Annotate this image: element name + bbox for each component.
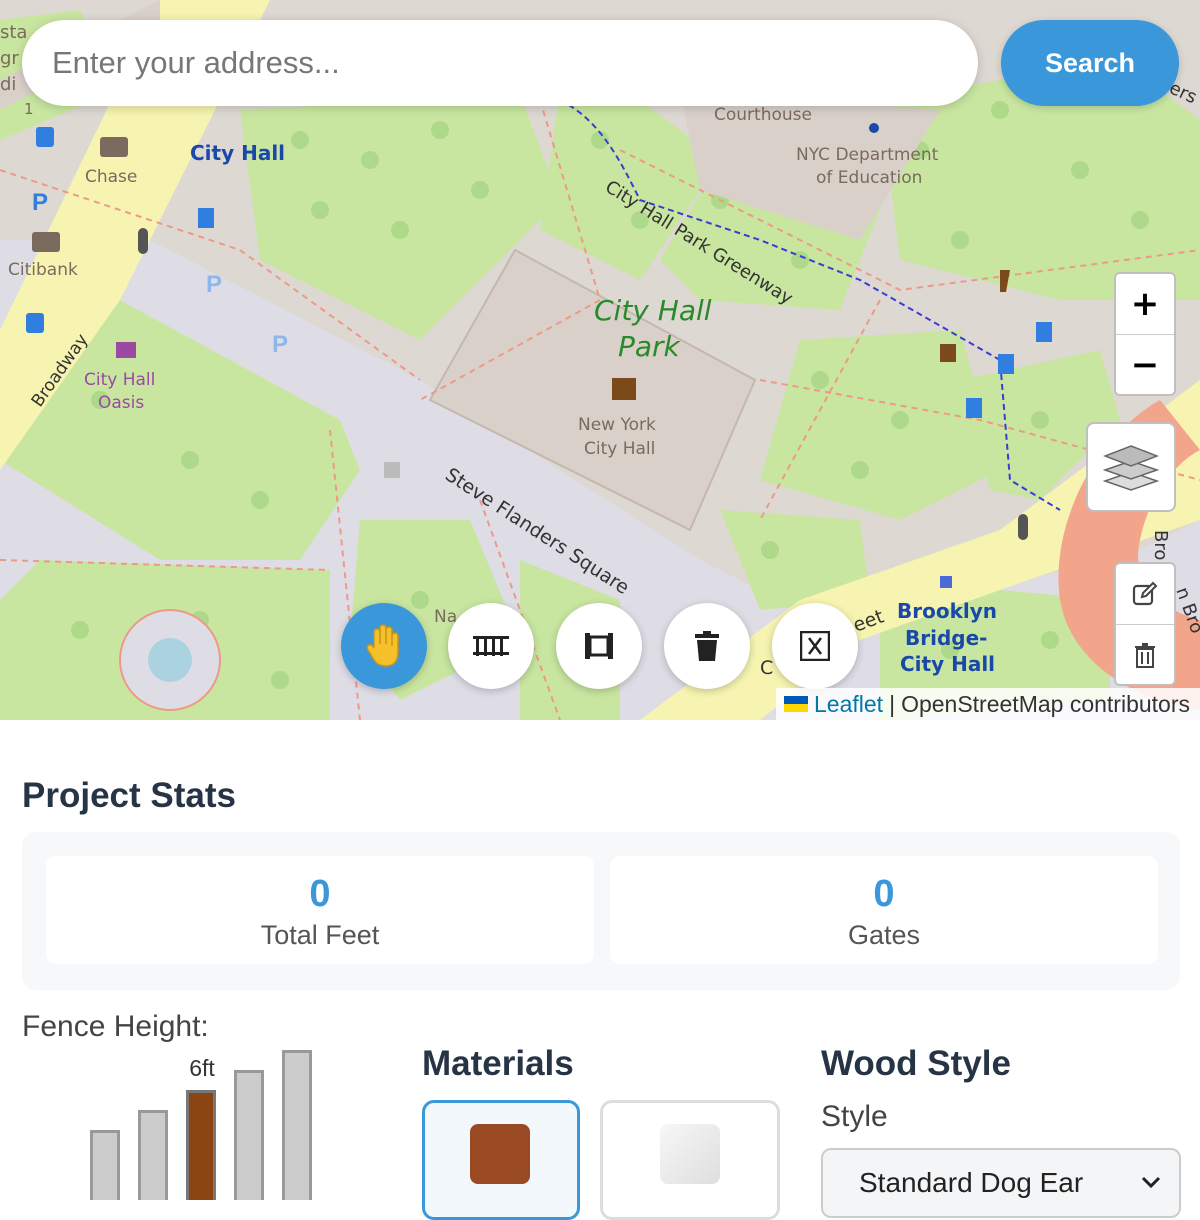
map-label-bb-2: Bridge-	[905, 626, 987, 650]
stop-icon	[940, 576, 952, 588]
map-label-doe-1: NYC Department	[796, 145, 939, 165]
bus-icon	[36, 127, 54, 147]
leaflet-link[interactable]: Leaflet	[814, 691, 883, 718]
layers-button[interactable]	[1086, 422, 1176, 512]
edit-layers-button[interactable]	[1116, 564, 1174, 624]
style-label: Style	[821, 1100, 888, 1133]
stat-total-feet: 0 Total Feet	[46, 856, 594, 964]
total-feet-label: Total Feet	[260, 920, 380, 950]
map-label-bb-1: Brooklyn	[897, 599, 997, 623]
fence-icon	[473, 636, 509, 656]
pan-tool-button[interactable]	[341, 603, 427, 689]
map-label-sta: sta	[0, 22, 27, 43]
stat-gates: 0 Gates	[610, 856, 1158, 964]
gate-icon	[585, 633, 613, 659]
map-label-citibank: Citibank	[8, 260, 78, 280]
map-label-chase: Chase	[85, 167, 137, 187]
fence-height-label: Fence Height:	[22, 1010, 209, 1043]
map-label-park-1: City Hall	[594, 294, 712, 327]
hand-icon	[366, 624, 399, 667]
entrance-icon	[198, 208, 214, 228]
clear-tool-button[interactable]	[772, 603, 858, 689]
chevron-down-icon	[1141, 1176, 1161, 1189]
gates-label: Gates	[847, 920, 921, 950]
bus-icon	[26, 313, 44, 333]
map-label-park-2: Park	[618, 330, 682, 363]
edit-icon	[1132, 581, 1158, 606]
delete-tool-button[interactable]	[664, 603, 750, 689]
map-label-di: di	[0, 74, 16, 95]
trash-outline-icon	[1135, 643, 1155, 668]
townhall-icon	[612, 378, 636, 400]
drinking-icon	[940, 344, 956, 362]
gates-value: 0	[873, 873, 895, 915]
trash-icon	[695, 631, 719, 661]
map-label-oasis-1: City Hall	[84, 370, 155, 390]
map-label-c: C	[760, 657, 773, 679]
draw-toolbar	[1114, 562, 1176, 686]
map-label-gr: gr	[0, 48, 19, 69]
style-select[interactable]: Standard Dog Ear	[821, 1148, 1181, 1218]
delete-layers-button[interactable]	[1116, 624, 1174, 684]
address-input[interactable]	[22, 20, 978, 106]
map-label-city-hall-station: City Hall	[190, 141, 285, 165]
map-label-bro: Bro	[1150, 530, 1171, 560]
traffic-signal-icon	[138, 228, 148, 254]
shop-icon	[116, 342, 136, 358]
map-label-nych-2: City Hall	[584, 439, 655, 459]
parking-icon: P	[272, 331, 288, 358]
total-feet-value: 0	[309, 873, 331, 915]
parking-icon: P	[32, 189, 48, 216]
clear-icon	[800, 631, 830, 661]
map-label-1: 1	[24, 100, 34, 118]
gate-tool-button[interactable]	[556, 603, 642, 689]
map-label-oasis-2: Oasis	[98, 393, 144, 413]
material-vinyl[interactable]	[600, 1100, 780, 1220]
map-label-nych-1: New York	[578, 415, 656, 435]
material-wood[interactable]	[422, 1100, 580, 1220]
osm-attribution[interactable]: OpenStreetMap contributors	[901, 691, 1190, 718]
entrance-icon	[966, 398, 982, 418]
height-tooltip: 6ft	[182, 1052, 222, 1084]
vinyl-swatch	[660, 1124, 720, 1184]
layers-icon	[1103, 445, 1159, 491]
bank-icon	[32, 232, 60, 252]
poi-square-icon	[384, 462, 400, 478]
entrance-icon	[1036, 322, 1052, 342]
map-label-doe-2: of Education	[816, 168, 922, 188]
height-option-2[interactable]	[138, 1110, 168, 1200]
height-option-4[interactable]	[234, 1070, 264, 1200]
attribution-separator: |	[889, 690, 896, 717]
fence-tool-button[interactable]	[448, 603, 534, 689]
bank-icon	[100, 137, 128, 157]
zoom-in-button[interactable]: +	[1116, 274, 1174, 334]
wood-swatch	[470, 1124, 530, 1184]
style-selected-value: Standard Dog Ear	[859, 1167, 1084, 1198]
wood-style-title: Wood Style	[821, 1044, 1011, 1083]
height-option-5[interactable]	[282, 1050, 312, 1200]
map-attribution: Leaflet | OpenStreetMap contributors	[776, 688, 1200, 720]
project-stats-title: Project Stats	[22, 776, 236, 815]
search-button[interactable]: Search	[1001, 20, 1179, 106]
materials-title: Materials	[422, 1044, 574, 1083]
entrance-icon	[998, 354, 1014, 374]
ukraine-flag-icon	[784, 696, 809, 712]
address-search	[22, 20, 978, 106]
height-option-3[interactable]	[186, 1090, 216, 1200]
poi-dot-icon	[869, 123, 879, 133]
map[interactable]: City Hall Chase Citibank Broadway City H…	[0, 0, 1200, 720]
map-label-courthouse: Courthouse	[714, 105, 812, 125]
project-stats: 0 Total Feet 0 Gates	[22, 832, 1180, 990]
height-option-1[interactable]	[90, 1130, 120, 1200]
map-label-bb-3: City Hall	[900, 652, 995, 676]
traffic-signal-icon	[1018, 514, 1028, 540]
zoom-out-button[interactable]: −	[1116, 334, 1174, 394]
parking-icon: P	[206, 271, 222, 298]
zoom-control: + −	[1114, 272, 1176, 396]
